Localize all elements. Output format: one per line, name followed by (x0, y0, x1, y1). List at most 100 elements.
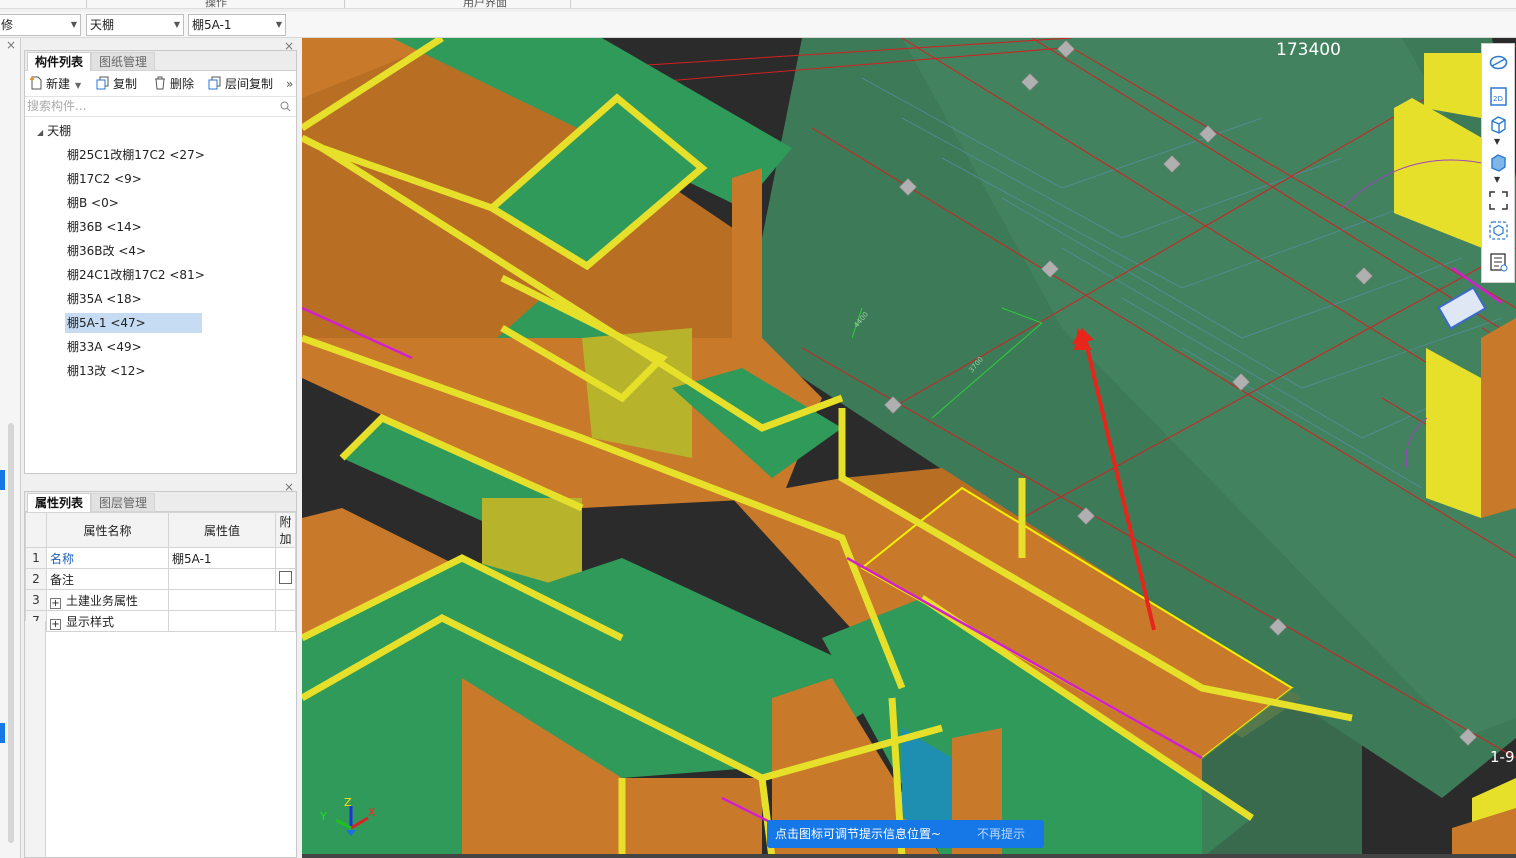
view-toolbar: 2D ▼ ▼ (1481, 43, 1515, 283)
property-extra (275, 589, 296, 611)
property-value (168, 589, 276, 611)
copy-label: 复制 (113, 77, 138, 91)
chevron-down-icon[interactable]: ▼ (1494, 175, 1500, 184)
viewport-status-strip (302, 854, 1516, 858)
search-input[interactable]: 搜索构件... (25, 97, 296, 117)
2d-icon[interactable]: 2D (1488, 86, 1509, 107)
ribbon-group-label: 用户界面 (463, 0, 507, 9)
table-row[interactable]: 1 名称 棚5A-1 (25, 547, 296, 569)
dont-show-again-link[interactable]: 不再提示 (977, 820, 1025, 848)
component-toolbar: 新建 ▼ 复制 删除 层间复制 » (25, 71, 296, 97)
property-value[interactable] (168, 568, 276, 590)
tree-item[interactable]: 棚13改 <12> (67, 361, 145, 381)
tree-root[interactable]: ◢ 天棚 (37, 121, 71, 141)
fullscreen-icon[interactable] (1488, 190, 1509, 211)
delete-label: 删除 (170, 77, 195, 91)
tab-drawing-management[interactable]: 图纸管理 (91, 52, 156, 71)
expand-plus-icon[interactable]: + (50, 597, 61, 609)
expand-icon[interactable]: ◢ (37, 128, 43, 137)
chevron-down-icon: ▼ (275, 20, 282, 29)
axis-z-label: Z (344, 798, 352, 809)
property-name-group[interactable]: + 显示样式 (46, 610, 169, 632)
property-name: 显示样式 (66, 614, 115, 629)
floor-copy-icon (208, 76, 221, 90)
view-cube-icon[interactable] (1488, 220, 1509, 241)
tree-root-label: 天棚 (47, 124, 72, 138)
tree-item[interactable]: 棚24C1改棚17C2 <81> (67, 265, 205, 285)
orbit-icon[interactable] (1488, 52, 1509, 73)
property-value[interactable]: 棚5A-1 (168, 547, 276, 569)
coordinate-label: 173400 (1276, 40, 1341, 60)
ribbon-group-label: 操作 (205, 0, 227, 9)
property-extra (275, 568, 296, 590)
close-icon[interactable]: × (284, 39, 294, 53)
floor-copy-button[interactable]: 层间复制 (208, 75, 273, 93)
3d-viewport[interactable]: 4400 3700 173400 1-9 2D ▼ ▼ Z X Y 点击图标可调… (302, 38, 1516, 858)
table-row[interactable]: 7 +显示样式 (25, 610, 296, 632)
more-icon[interactable]: » (286, 75, 293, 93)
3d-box-icon[interactable] (1488, 114, 1509, 135)
tree-item-selected[interactable]: 棚5A-1 <47> (65, 313, 202, 333)
axis-label: 1-9 (1490, 748, 1515, 766)
delete-icon (155, 76, 165, 90)
tree-item[interactable]: 棚35A <18> (67, 289, 142, 309)
chevron-down-icon: ▼ (173, 20, 180, 29)
chevron-down-icon[interactable]: ▼ (1494, 137, 1500, 146)
scrollbar[interactable] (8, 423, 14, 843)
svg-text:2D: 2D (1493, 95, 1503, 103)
delete-button[interactable]: 删除 (153, 75, 194, 93)
table-row[interactable]: 2 备注 (25, 568, 296, 590)
ribbon-divider (86, 0, 87, 8)
expand-plus-icon[interactable]: + (50, 618, 61, 630)
extra-checkbox[interactable] (279, 571, 292, 584)
new-label: 新建 (46, 77, 71, 91)
table-row[interactable]: 3 + 土建业务属性 (25, 589, 296, 611)
search-placeholder: 搜索构件... (27, 99, 87, 113)
row-gutter (25, 621, 46, 857)
floor-select[interactable]: 修 ▼ (0, 14, 81, 36)
close-icon[interactable]: × (284, 480, 294, 494)
ribbon-divider (570, 0, 571, 8)
tab-property-list[interactable]: 属性列表 (27, 493, 92, 512)
row-number: 2 (25, 568, 47, 590)
axis-y-label: Y (319, 810, 327, 823)
tree-item[interactable]: 棚17C2 <9> (67, 169, 142, 189)
tree-item[interactable]: 棚25C1改棚17C2 <27> (67, 145, 205, 165)
property-table: 属性名称 属性值 附加 1 名称 棚5A-1 2 备注 3 +土建业务属性 7 … (25, 512, 296, 632)
copy-button[interactable]: 复制 (96, 75, 137, 93)
column-header: 附加 (275, 512, 296, 548)
tab-layer-management[interactable]: 图层管理 (91, 493, 156, 512)
property-panel-tabs: 属性列表 图层管理 (25, 492, 296, 512)
new-button[interactable]: 新建 ▼ (29, 75, 81, 93)
component-list-panel: 构件列表 图纸管理 新建 ▼ 复制 删除 层间复制 » 搜索构件... ◢ 天棚 棚… (24, 39, 297, 474)
copy-icon (96, 76, 109, 90)
close-icon[interactable]: × (6, 38, 16, 52)
selector-bar: 修 ▼ 天棚 ▼ 棚5A-1 ▼ (0, 12, 1516, 38)
search-icon[interactable] (280, 101, 291, 112)
new-icon (30, 76, 42, 90)
tree-item[interactable]: 棚36B改 <4> (67, 241, 146, 261)
property-name-group[interactable]: + 土建业务属性 (46, 589, 169, 611)
component-select[interactable]: 棚5A-1 ▼ (188, 14, 286, 36)
hint-message[interactable]: 点击图标可调节提示信息位置~ (775, 820, 941, 848)
layer-list-icon[interactable] (1488, 252, 1509, 273)
solid-box-icon[interactable] (1488, 152, 1509, 173)
left-dock-strip: × (0, 38, 21, 858)
property-extra (275, 610, 296, 632)
table-header: 属性名称 属性值 附加 (25, 512, 296, 548)
ribbon-strip: 操作 用户界面 (0, 0, 1516, 9)
row-number: 1 (25, 547, 47, 569)
tree-item[interactable]: 棚36B <14> (67, 217, 142, 237)
hint-toast[interactable]: 点击图标可调节提示信息位置~ 不再提示 (767, 820, 1044, 848)
property-extra (275, 547, 296, 569)
floor-copy-label: 层间复制 (225, 77, 274, 91)
row-number: 3 (25, 589, 47, 611)
tree-item[interactable]: 棚33A <49> (67, 337, 142, 357)
property-name: 土建业务属性 (66, 593, 139, 608)
chevron-down-icon: ▼ (70, 20, 77, 29)
component-select-value: 棚5A-1 (192, 18, 232, 32)
tab-component-list[interactable]: 构件列表 (27, 52, 92, 71)
type-select[interactable]: 天棚 ▼ (86, 14, 184, 36)
3d-model-scene[interactable]: 4400 3700 (302, 38, 1516, 858)
tree-item[interactable]: 棚B <0> (67, 193, 119, 213)
